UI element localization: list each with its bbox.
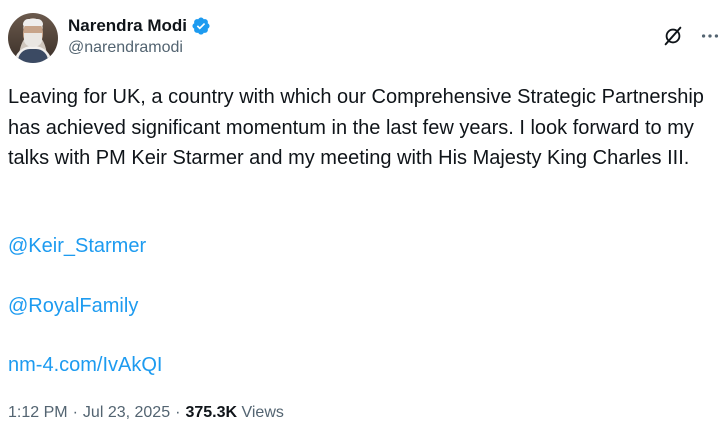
- avatar-beard-shape: [24, 33, 42, 47]
- avatar[interactable]: [8, 13, 58, 63]
- mention-keir-starmer[interactable]: @Keir_Starmer: [8, 232, 146, 260]
- tweet-link[interactable]: nm-4.com/IvAkQI: [8, 351, 162, 379]
- views-label: Views: [241, 404, 284, 421]
- tweet-header: Narendra Modi @narendramodi: [8, 13, 719, 63]
- avatar-vest-shape: [18, 49, 48, 63]
- more-icon[interactable]: [698, 25, 722, 47]
- tweet-text: Leaving for UK, a country with which our…: [8, 86, 704, 169]
- avatar-hair-shape: [23, 19, 43, 26]
- tweet-meta: 1:12 PM · Jul 23, 2025 · 375.3K Views: [8, 402, 284, 424]
- tweet-date[interactable]: Jul 23, 2025: [83, 402, 170, 424]
- tweet-time[interactable]: 1:12 PM: [8, 402, 68, 424]
- meta-separator: ·: [175, 404, 181, 421]
- handle[interactable]: @narendramodi: [68, 39, 211, 57]
- meta-separator: ·: [72, 404, 78, 421]
- author-info: Narendra Modi @narendramodi: [68, 15, 211, 57]
- mention-royal-family[interactable]: @RoyalFamily: [8, 292, 138, 320]
- display-name[interactable]: Narendra Modi: [68, 16, 187, 36]
- verified-badge-icon[interactable]: [191, 16, 211, 36]
- name-row: Narendra Modi: [68, 15, 211, 37]
- grok-icon[interactable]: [662, 25, 684, 47]
- views-count[interactable]: 375.3K: [185, 402, 237, 424]
